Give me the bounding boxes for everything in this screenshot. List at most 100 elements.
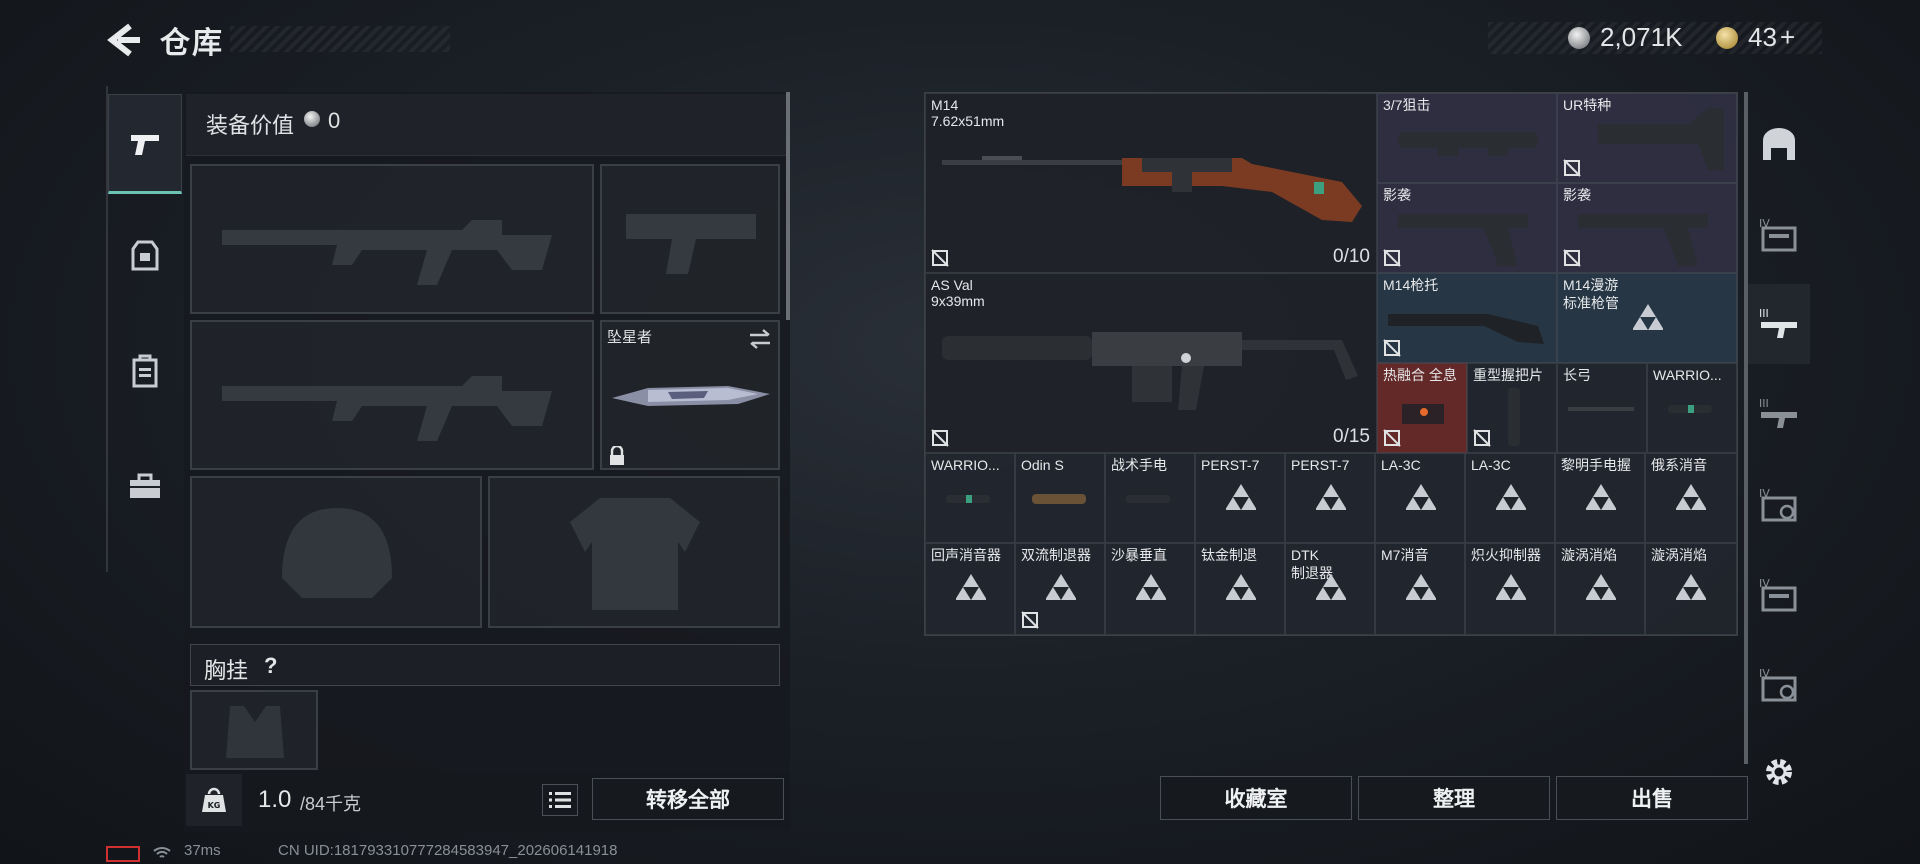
chest-help-icon[interactable]: ?	[264, 653, 277, 679]
body-armor-slot[interactable]	[488, 476, 780, 628]
back-arrow-icon	[107, 23, 140, 57]
helmet-slot[interactable]	[190, 476, 482, 628]
stash-item-vortex-flash-hider[interactable]: 漩涡消焰	[1555, 543, 1645, 635]
stash-item-perst7[interactable]: PERST-7	[1285, 453, 1375, 543]
page-title: 仓库	[160, 27, 224, 60]
stash-item-warrior-light[interactable]: WARRIO...	[1647, 363, 1737, 453]
nav-weapons[interactable]	[108, 94, 182, 194]
scope-icon	[1398, 132, 1538, 156]
battery-icon	[106, 846, 140, 862]
weight-kg-icon: KG	[202, 787, 226, 812]
no-loss-icon	[1383, 339, 1401, 357]
nav-toolbox[interactable]	[108, 436, 182, 536]
gold-coin-icon	[1716, 27, 1738, 49]
stash-item-sandstorm-grip[interactable]: 沙暴垂直	[1105, 543, 1195, 635]
secondary-weapon-slot[interactable]	[190, 320, 594, 470]
chest-rig-slot[interactable]	[190, 690, 318, 770]
silver-amount: 2,071K	[1600, 22, 1683, 52]
stash-item-stock-ur[interactable]: UR特种	[1557, 93, 1737, 183]
pistol-icon	[131, 135, 159, 155]
stash-item-la3c[interactable]: LA-3C	[1465, 453, 1555, 543]
stash-category-nav: IV III III IV IV IV	[1748, 92, 1814, 812]
no-loss-icon	[1021, 611, 1039, 629]
stash-tab-weapons-2[interactable]: III	[1748, 374, 1810, 454]
stash-item-blaze-suppressor[interactable]: 炽火抑制器	[1465, 543, 1555, 635]
ammo-count: 0/15	[1333, 426, 1370, 447]
stash-item-scope[interactable]: 3/7狙击	[1377, 93, 1557, 183]
item-name: 双流制退器	[1021, 547, 1091, 563]
nav-equipment[interactable]	[108, 206, 182, 306]
unknown-item-icon	[1316, 484, 1346, 510]
stash-tab-medical[interactable]: IV	[1748, 464, 1810, 544]
gold-plus-button[interactable]: +	[1780, 22, 1795, 53]
tier-label: III	[1759, 307, 1769, 320]
stash-tab-container-2[interactable]: IV	[1748, 554, 1810, 634]
stash-item-la3c[interactable]: LA-3C	[1375, 453, 1465, 543]
stock-icon	[1598, 108, 1724, 170]
tier-label: III	[1759, 397, 1769, 410]
nav-backpack[interactable]	[108, 321, 182, 421]
stash-item-longbow[interactable]: 长弓	[1557, 363, 1647, 453]
item-name: 漩涡消焰	[1561, 547, 1617, 563]
stash-tab-all[interactable]	[1748, 104, 1810, 184]
stash-item-asval[interactable]: AS Val 9x39mm 0/15	[925, 273, 1377, 453]
stash-item-grip-panel[interactable]: 重型握把片	[1467, 363, 1557, 453]
stash-item-tactical-light[interactable]: 战术手电	[1105, 453, 1195, 543]
stash-item-stock-shadow[interactable]: 影袭	[1557, 183, 1737, 273]
stash-tab-weapons[interactable]: III	[1748, 284, 1810, 364]
sell-button[interactable]: 出售	[1556, 776, 1748, 820]
primary-weapon-slot[interactable]	[190, 164, 594, 314]
item-name: AS Val	[931, 277, 973, 293]
vault-icon	[1763, 128, 1795, 160]
unknown-item-icon	[1633, 304, 1663, 330]
item-name: 战术手电	[1111, 457, 1167, 473]
stash-item-perst7[interactable]: PERST-7	[1195, 453, 1285, 543]
stash-item-dawn-grip[interactable]: 黎明手电握	[1555, 453, 1645, 543]
stash-item-titanium-brake[interactable]: 钛金制退	[1195, 543, 1285, 635]
stash-tab-container-1[interactable]: IV	[1748, 194, 1810, 274]
sort-button[interactable]: 整理	[1358, 776, 1550, 820]
stash-item-russian-suppressor[interactable]: 俄系消音	[1645, 453, 1737, 543]
item-name: 沙暴垂直	[1111, 547, 1167, 563]
stash-settings-button[interactable]	[1748, 732, 1810, 812]
stash-item-vortex-flash-hider[interactable]: 漩涡消焰	[1645, 543, 1737, 635]
stash-item-m7-suppressor[interactable]: M7消音	[1375, 543, 1465, 635]
unknown-item-icon	[1586, 484, 1616, 510]
collection-room-button[interactable]: 收藏室	[1160, 776, 1352, 820]
stash-item-warrior-light[interactable]: WARRIO...	[925, 453, 1015, 543]
sight-icon	[1402, 404, 1444, 424]
chest-rig-silhouette-icon	[226, 706, 284, 758]
unknown-item-icon	[1226, 484, 1256, 510]
item-name: 热融合 全息	[1383, 367, 1457, 383]
stash-item-stock-shadow[interactable]: 影袭	[1377, 183, 1557, 273]
melee-name: 坠星者	[607, 329, 653, 346]
stash-item-m14-barrel[interactable]: M14漫游 标准枪管	[1557, 273, 1737, 363]
loadout-scrollbar[interactable]	[786, 92, 790, 320]
stash-item-m14-stock[interactable]: M14枪托	[1377, 273, 1557, 363]
stash-item-dual-brake[interactable]: 双流制退器	[1015, 543, 1105, 635]
swap-icon[interactable]	[748, 328, 772, 350]
stash-item-dtk-brake[interactable]: DTK 制退器	[1285, 543, 1375, 635]
no-loss-icon	[931, 249, 949, 267]
unknown-item-icon	[1496, 484, 1526, 510]
stash-item-echo-suppressor[interactable]: 回声消音器	[925, 543, 1015, 635]
stash-tab-medical-2[interactable]: IV	[1748, 644, 1810, 724]
item-name: 回声消音器	[931, 547, 1001, 563]
crate-icon: IV	[1759, 217, 1797, 252]
transfer-all-button[interactable]: 转移全部	[592, 778, 784, 820]
stash-item-m14[interactable]: M14 7.62x51mm 0/10	[925, 93, 1377, 273]
item-caliber: 7.62x51mm	[931, 113, 1005, 129]
unknown-item-icon	[956, 574, 986, 600]
unknown-item-icon	[1046, 574, 1076, 600]
back-button[interactable]	[104, 20, 144, 60]
stash-item-odin-s[interactable]: Odin S	[1015, 453, 1105, 543]
melee-slot[interactable]: 坠星者	[600, 320, 780, 470]
unknown-item-icon	[1496, 574, 1526, 600]
item-name: 俄系消音	[1651, 457, 1707, 473]
item-name: DTK	[1291, 547, 1319, 563]
sidearm-slot[interactable]	[600, 164, 780, 314]
stash-item-holo-sight[interactable]: 热融合 全息	[1377, 363, 1467, 453]
silver-coin-icon	[1568, 27, 1590, 49]
item-name: 重型握把片	[1473, 367, 1543, 383]
list-view-button[interactable]	[542, 784, 578, 816]
